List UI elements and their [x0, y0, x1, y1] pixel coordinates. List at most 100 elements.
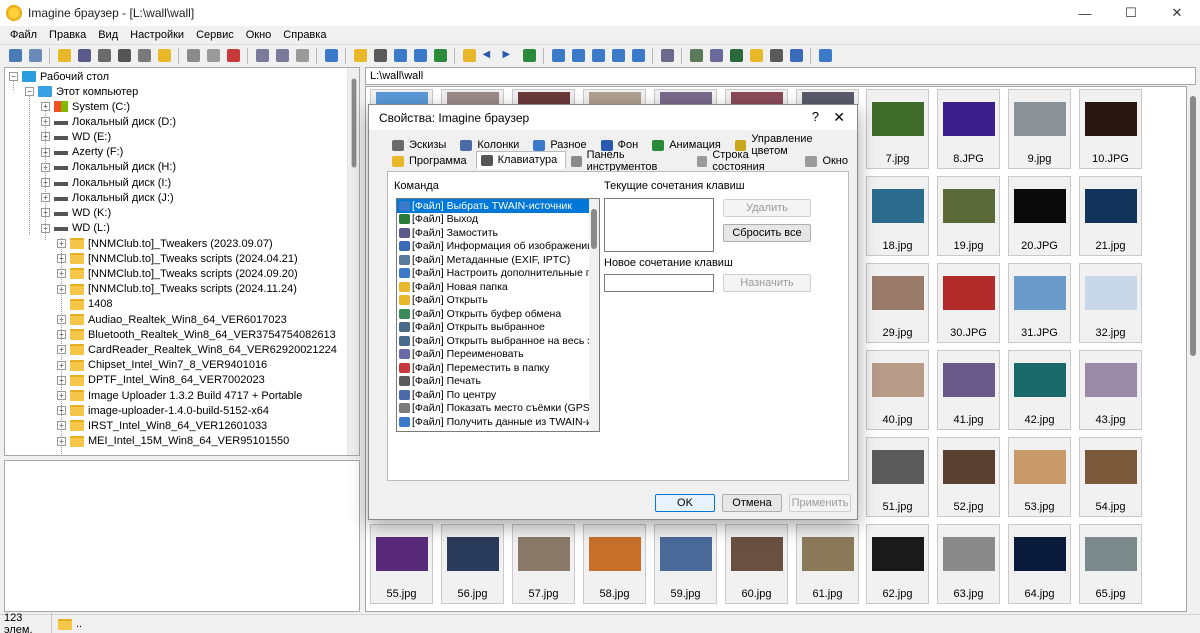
thumbnail[interactable]: 57.jpg — [512, 524, 575, 604]
address-bar[interactable]: L:\wall\wall — [365, 67, 1196, 85]
tree-item-drive[interactable]: + WD (K:) — [41, 205, 111, 220]
tree-item-drive[interactable]: + WD (E:) — [41, 129, 111, 144]
tree-item-drive[interactable]: + Локальный диск (I:) — [41, 175, 171, 190]
undo-icon[interactable] — [293, 47, 311, 65]
tree-item-drive[interactable]: + Локальный диск (D:) — [41, 114, 176, 129]
tree-item-drive[interactable]: − WD (L:) — [41, 221, 110, 236]
thumbnail[interactable]: 19.jpg — [937, 176, 1000, 256]
tree-item-folder[interactable]: + [NNMClub.to]_Tweakers (2023.09.07) — [57, 236, 273, 251]
convert-icon[interactable] — [707, 47, 725, 65]
thumbnail[interactable]: 52.jpg — [937, 437, 1000, 517]
command-item[interactable]: [Файл] Настроить дополнительные про — [397, 267, 599, 281]
thumbnail[interactable]: 60.jpg — [725, 524, 788, 604]
tree-item-drive[interactable]: + System (C:) — [41, 99, 130, 114]
menu-edit[interactable]: Правка — [43, 29, 92, 41]
properties-icon[interactable] — [135, 47, 153, 65]
tree-item-folder[interactable]: 1408 — [57, 297, 112, 312]
thumbnail-scrollbar[interactable] — [1187, 86, 1199, 612]
minimize-button[interactable]: — — [1062, 0, 1108, 26]
thumbnail[interactable]: 58.jpg — [583, 524, 646, 604]
command-item[interactable]: [Файл] Показать место съёмки (GPS) — [397, 402, 599, 416]
tree-item-folder[interactable]: + DPTF_Intel_Win8_64_VER7002023 — [57, 373, 265, 388]
thumbnail[interactable]: 59.jpg — [654, 524, 717, 604]
copy-icon[interactable] — [184, 47, 202, 65]
menu-window[interactable]: Окно — [240, 29, 278, 41]
thumbnail[interactable] — [512, 89, 575, 105]
thumbnail[interactable] — [654, 89, 717, 105]
command-item[interactable]: [Файл] Открыть выбранное — [397, 321, 599, 335]
tree-item-folder[interactable]: + image-uploader-1.4.0-build-5152-x64 — [57, 403, 269, 418]
delete-button[interactable]: Удалить — [723, 199, 811, 217]
trash-icon[interactable] — [204, 47, 222, 65]
tab-tabs_row2-1[interactable]: Клавиатура — [475, 151, 567, 169]
command-list-scrollbar[interactable] — [589, 199, 599, 431]
menu-help[interactable]: Справка — [277, 29, 332, 41]
thumbnail[interactable]: 65.jpg — [1079, 524, 1142, 604]
thumbnail[interactable]: 21.jpg — [1079, 176, 1142, 256]
thumbnail[interactable]: 10.JPG — [1079, 89, 1142, 169]
thumbnail[interactable]: 29.jpg — [866, 263, 929, 343]
thumbnail[interactable]: 30.JPG — [937, 263, 1000, 343]
thumbnail[interactable] — [441, 89, 504, 105]
help-button[interactable]: ? — [812, 109, 819, 124]
thumbnail[interactable]: 63.jpg — [937, 524, 1000, 604]
cut-icon[interactable] — [224, 47, 242, 65]
menu-service[interactable]: Сервис — [190, 29, 240, 41]
tree-item-desktop[interactable]: − Рабочий стол — [9, 69, 109, 84]
command-item[interactable]: [Файл] Открыть буфер обмена — [397, 307, 599, 321]
thumbnail[interactable]: 42.jpg — [1008, 350, 1071, 430]
scan-icon[interactable] — [767, 47, 785, 65]
grid-icon[interactable] — [391, 47, 409, 65]
browse-icon[interactable] — [26, 47, 44, 65]
ok-button[interactable]: OK — [655, 494, 715, 512]
tree-item-drive[interactable]: + Azerty (F:) — [41, 145, 123, 160]
copy-icon[interactable] — [253, 47, 271, 65]
thumbnail[interactable]: 51.jpg — [866, 437, 929, 517]
cancel-button[interactable]: Отмена — [722, 494, 782, 512]
tab-tabs_row2-3[interactable]: Строка состояния — [692, 149, 800, 173]
new-folder-icon[interactable] — [155, 47, 173, 65]
tree-scrollbar[interactable] — [347, 68, 359, 455]
view4-icon[interactable] — [609, 47, 627, 65]
view1-icon[interactable] — [549, 47, 567, 65]
filter-icon[interactable] — [727, 47, 745, 65]
new-keys-input[interactable] — [604, 274, 714, 292]
thumbnail[interactable]: 56.jpg — [441, 524, 504, 604]
current-keys-list[interactable] — [604, 198, 714, 252]
thumbnail[interactable]: 7.jpg — [866, 89, 929, 169]
dialog-close-button[interactable]: ✕ — [833, 109, 845, 126]
thumbnail[interactable]: 8.JPG — [937, 89, 1000, 169]
maximize-button[interactable]: ☐ — [1108, 0, 1154, 26]
command-item[interactable]: [Файл] Переименовать — [397, 348, 599, 362]
tab-tabs_row2-0[interactable]: Программа — [387, 153, 476, 169]
apply-button[interactable]: Применить — [789, 494, 851, 512]
thumbnail[interactable]: 40.jpg — [866, 350, 929, 430]
thumbnail[interactable]: 64.jpg — [1008, 524, 1071, 604]
tools-icon[interactable] — [658, 47, 676, 65]
print-icon[interactable] — [95, 47, 113, 65]
thumbnail[interactable]: 61.jpg — [796, 524, 859, 604]
open-folder-icon[interactable] — [55, 47, 73, 65]
reset-all-button[interactable]: Сбросить все — [723, 224, 811, 242]
batch-icon[interactable] — [687, 47, 705, 65]
save-icon[interactable] — [75, 47, 93, 65]
paste-icon[interactable] — [273, 47, 291, 65]
thumbnail[interactable]: 32.jpg — [1079, 263, 1142, 343]
thumbnail[interactable]: 20.JPG — [1008, 176, 1071, 256]
thumbnail[interactable] — [583, 89, 646, 105]
command-item[interactable]: [Файл] Новая папка — [397, 280, 599, 294]
menu-file[interactable]: Файл — [4, 29, 43, 41]
refresh-icon[interactable] — [520, 47, 538, 65]
thumbnail[interactable]: 41.jpg — [937, 350, 1000, 430]
tree-item-folder[interactable]: + Image Uploader 1.3.2 Build 4717 + Porta… — [57, 388, 302, 403]
tree-item-folder[interactable]: + Chipset_Intel_Win7_8_VER9401016 — [57, 358, 267, 373]
command-item[interactable]: [Файл] Печать — [397, 375, 599, 389]
tree-item-folder[interactable]: + [NNMClub.to]_Tweaks scripts (2024.11.24… — [57, 282, 297, 297]
view2-icon[interactable] — [569, 47, 587, 65]
command-item[interactable]: [Файл] Получить данные из TWAIN-исто — [397, 415, 599, 429]
thumbnail[interactable] — [725, 89, 788, 105]
tree-item-folder[interactable]: + [NNMClub.to]_Tweaks scripts (2024.04.21… — [57, 251, 298, 266]
info-icon[interactable] — [115, 47, 133, 65]
up-folder-icon[interactable] — [460, 47, 478, 65]
command-item[interactable]: [Файл] Замостить — [397, 226, 599, 240]
